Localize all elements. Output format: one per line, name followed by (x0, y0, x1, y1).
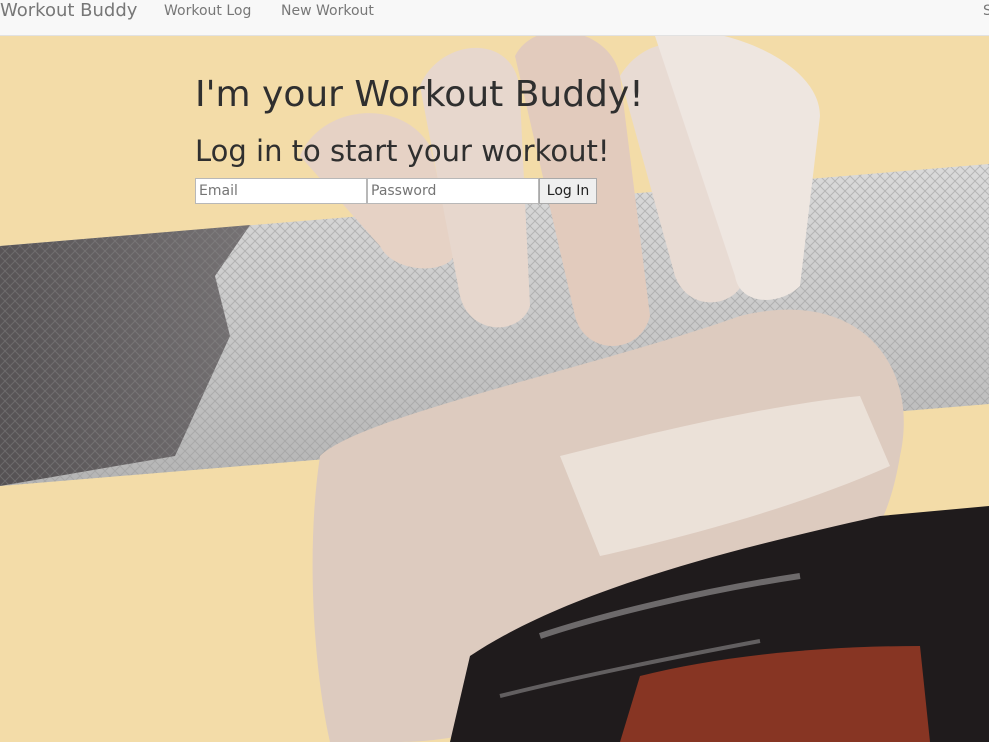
nav-right-link-cut[interactable]: S (983, 2, 989, 20)
hero-subtitle: Log in to start your workout! (195, 134, 610, 168)
hero-section: I'm your Workout Buddy! Log in to start … (0, 36, 989, 742)
nav-new-workout-link[interactable]: New Workout (281, 2, 374, 20)
password-field[interactable] (367, 178, 539, 204)
brand-link[interactable]: Workout Buddy (0, 0, 137, 22)
hero-title: I'm your Workout Buddy! (195, 74, 644, 115)
top-navbar: Workout Buddy Workout Log New Workout S (0, 0, 989, 36)
email-field[interactable] (195, 178, 367, 204)
login-button[interactable]: Log In (539, 178, 597, 204)
nav-workout-log-link[interactable]: Workout Log (164, 2, 251, 20)
